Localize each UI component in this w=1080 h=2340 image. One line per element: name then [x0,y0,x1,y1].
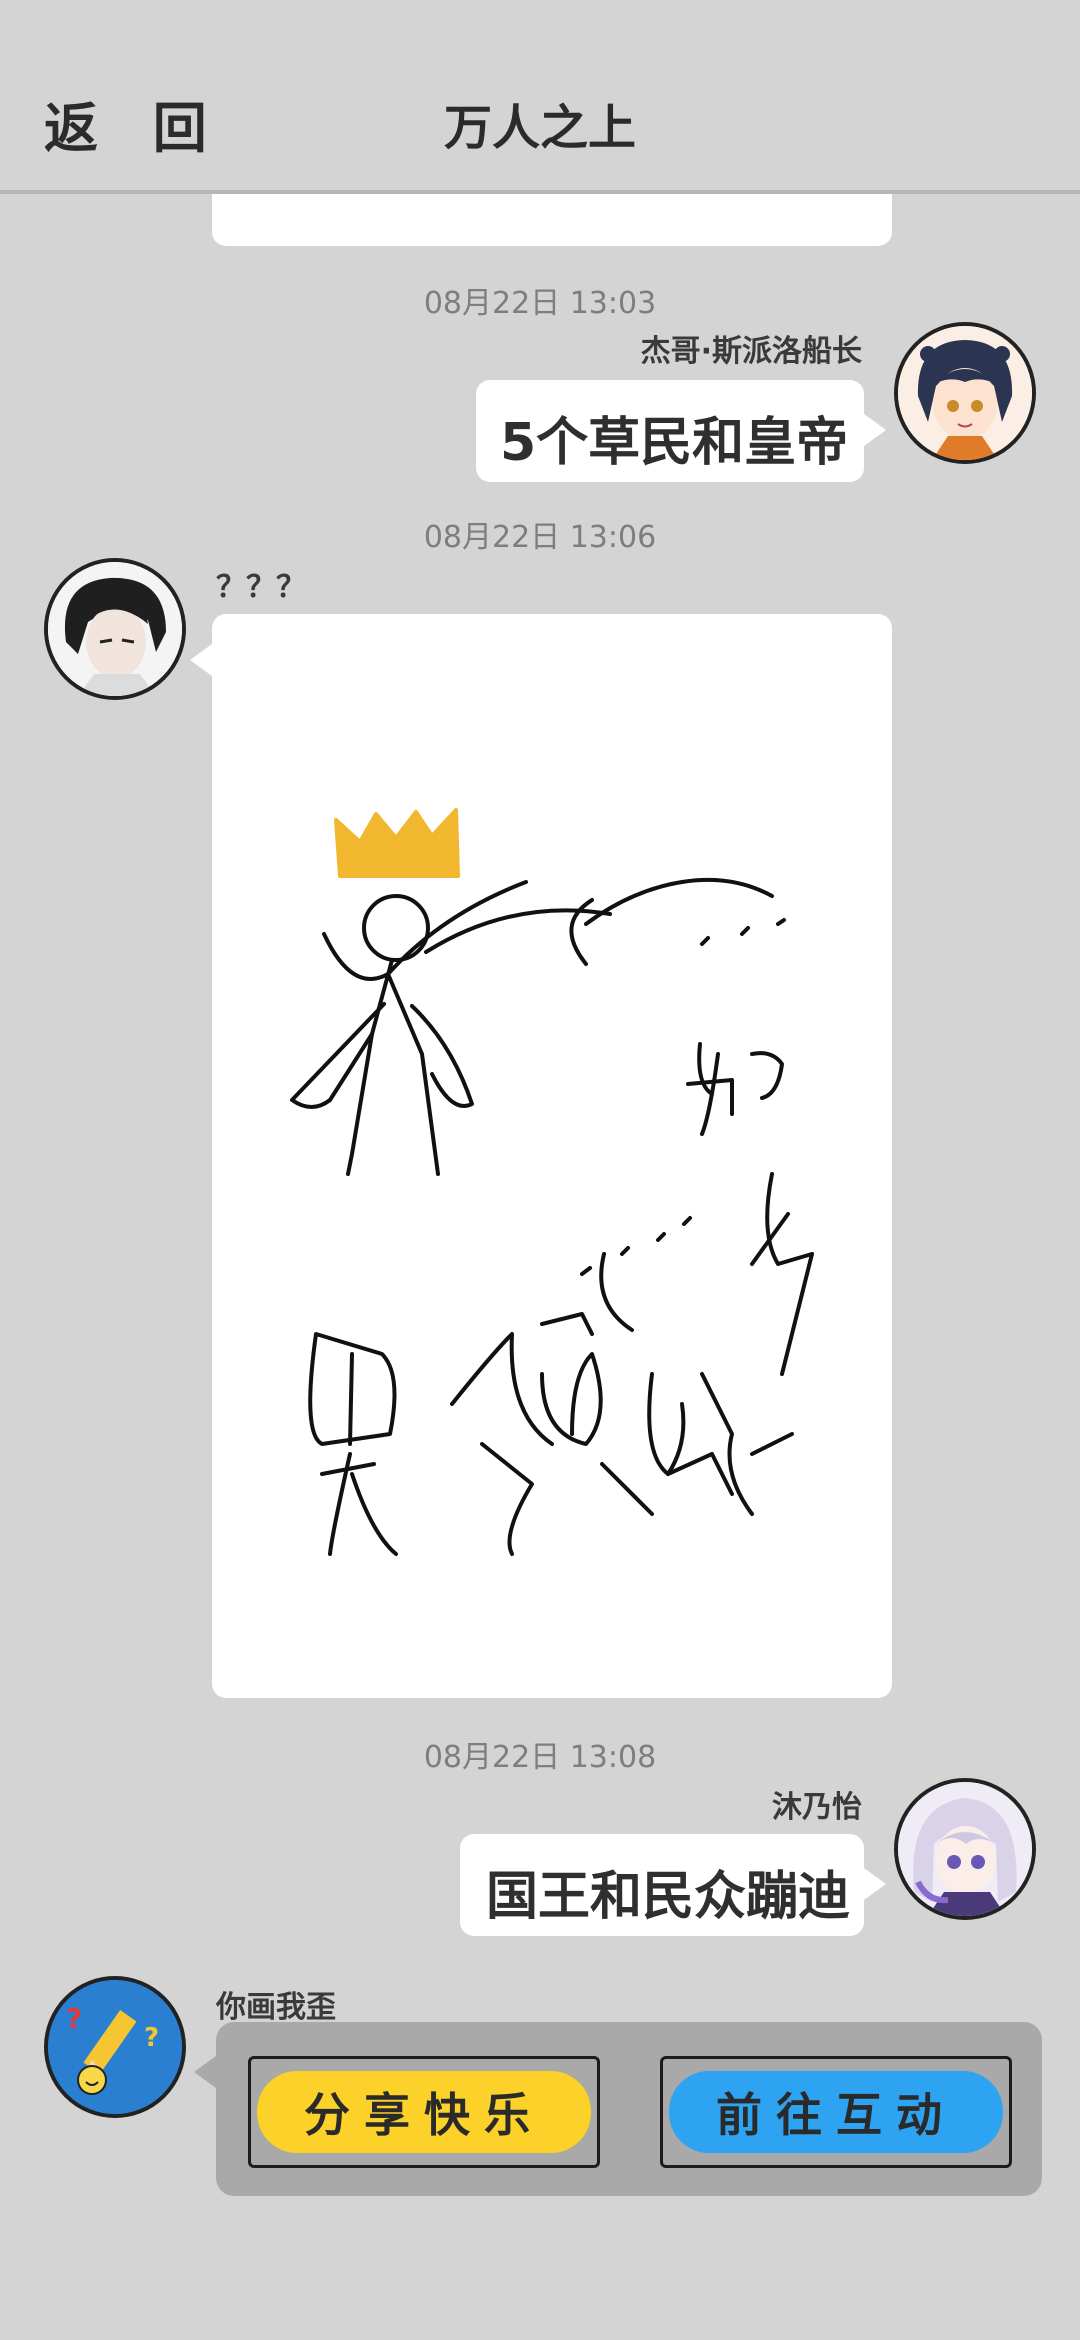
avatar[interactable] [894,322,1036,464]
avatar-boy-icon [48,562,182,696]
message-text: 5个草民和皇帝 [500,413,849,473]
share-happiness-button[interactable]: 分享快乐 [248,2056,600,2168]
bubble-tail [864,1868,886,1900]
pencil-game-icon: ? ? [48,1980,182,2114]
go-interact-button[interactable]: 前往互动 [660,2056,1012,2168]
avatar-anime-girl-icon [898,1782,1032,1916]
timestamp: 08月22日 13:08 [423,1740,657,1775]
bubble-tail [190,644,212,676]
svg-text:?: ? [66,2002,82,2035]
go-button-label: 前往互动 [716,2088,956,2142]
top-bar: 返 回 万人之上 [0,0,1080,194]
sender-name: 沐乃怡 [772,1790,862,1825]
bubble-tail [194,2056,216,2088]
share-button-label: 分享快乐 [304,2088,544,2142]
avatar[interactable] [894,1778,1036,1920]
bubble-tail [864,414,886,446]
svg-text:?: ? [144,2023,159,2053]
game-card: 分享快乐 前往互动 [216,2022,1042,2196]
message-text: 国王和民众蹦迪 [486,1867,851,1927]
avatar[interactable]: ? ? [44,1976,186,2118]
drawing-message[interactable] [212,614,892,1698]
sender-name: ？？？ [216,570,306,605]
avatar[interactable] [44,558,186,700]
sketch-image [290,808,814,1556]
timestamp: 08月22日 13:06 [423,520,657,555]
avatar-girl-icon [898,326,1032,460]
sender-name: 杰哥·斯派洛船长 [640,334,862,369]
sender-name: 你画我歪 [216,1990,336,2025]
timestamp: 08月22日 13:03 [423,286,657,321]
page-title: 万人之上 [443,100,636,156]
